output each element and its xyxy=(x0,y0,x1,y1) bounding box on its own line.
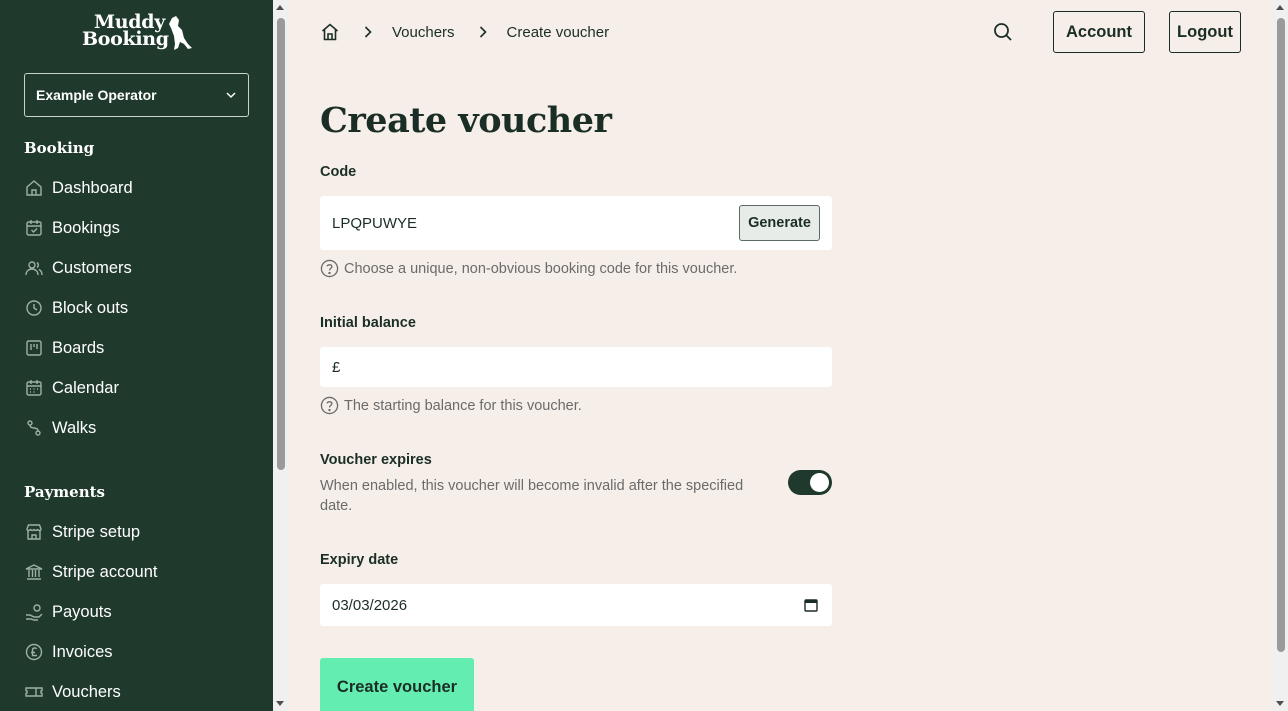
expires-label: Voucher expires xyxy=(320,452,432,468)
account-button[interactable]: Account xyxy=(1053,11,1145,53)
scroll-up-icon[interactable] xyxy=(276,5,284,10)
home-icon[interactable] xyxy=(320,22,340,42)
search-button[interactable] xyxy=(992,21,1014,43)
hand-coins-icon xyxy=(24,602,44,622)
breadcrumb-vouchers[interactable]: Vouchers xyxy=(392,24,455,41)
code-label: Code xyxy=(320,164,357,180)
sidebar-scroll-thumb[interactable] xyxy=(277,18,285,470)
scroll-down-icon[interactable] xyxy=(276,701,284,706)
code-input[interactable]: LPQPUWYE Generate xyxy=(320,196,832,250)
calendar-check-icon xyxy=(24,218,44,238)
calendar-icon xyxy=(24,378,44,398)
route-icon xyxy=(24,418,44,438)
board-icon xyxy=(24,338,44,358)
code-value: LPQPUWYE xyxy=(332,214,418,232)
toggle-knob xyxy=(810,473,829,492)
search-icon xyxy=(994,23,1012,41)
sidebar-item-block-outs[interactable]: Block outs xyxy=(24,296,128,320)
currency-prefix: £ xyxy=(332,358,341,376)
page-scroll-thumb[interactable] xyxy=(1277,18,1285,652)
section-title-booking: Booking xyxy=(24,139,95,157)
users-icon xyxy=(24,258,44,278)
breadcrumb-current: Create voucher xyxy=(506,23,610,41)
balance-label: Initial balance xyxy=(320,315,416,331)
create-voucher-button[interactable]: Create voucher xyxy=(320,658,474,711)
scroll-up-icon[interactable] xyxy=(1276,5,1284,10)
generate-button[interactable]: Generate xyxy=(739,205,820,241)
ticket-icon xyxy=(24,682,44,702)
page-title: Create voucher xyxy=(320,100,612,141)
muddy-booking-logo[interactable]: Muddy Booking xyxy=(80,13,195,54)
breadcrumb: Vouchers Create voucher xyxy=(320,20,609,44)
scroll-down-icon[interactable] xyxy=(1276,701,1284,706)
expiry-date-input[interactable]: 03/03/2026 xyxy=(320,584,832,626)
sidebar-item-stripe-account[interactable]: Stripe account xyxy=(24,560,157,584)
clock-icon xyxy=(24,298,44,318)
sidebar-item-boards[interactable]: Boards xyxy=(24,336,104,360)
chevron-right-icon xyxy=(364,26,372,38)
home-icon xyxy=(24,178,44,198)
sidebar-item-vouchers[interactable]: Vouchers xyxy=(24,680,121,704)
chevron-down-icon xyxy=(226,92,236,99)
sidebar-item-payouts[interactable]: Payouts xyxy=(24,600,112,624)
page-scrollbar[interactable] xyxy=(1273,0,1288,711)
balance-input[interactable]: £ xyxy=(320,347,832,387)
sidebar-item-dashboard[interactable]: Dashboard xyxy=(24,176,133,200)
sidebar-item-stripe-setup[interactable]: Stripe setup xyxy=(24,520,140,544)
pound-icon xyxy=(24,642,44,662)
expiry-date-value: 03/03/2026 xyxy=(332,596,408,614)
sidebar-item-calendar[interactable]: Calendar xyxy=(24,376,119,400)
section-title-payments: Payments xyxy=(24,483,106,501)
sidebar-item-bookings[interactable]: Bookings xyxy=(24,216,120,240)
dog-icon xyxy=(169,16,192,50)
sidebar-item-invoices[interactable]: Invoices xyxy=(24,640,113,664)
operator-select[interactable]: Example Operator xyxy=(24,73,249,117)
calendar-icon[interactable] xyxy=(804,598,818,612)
chevron-right-icon xyxy=(479,26,487,38)
sidebar-item-walks[interactable]: Walks xyxy=(24,416,96,440)
code-help: Choose a unique, non-obvious booking cod… xyxy=(320,259,737,278)
help-icon xyxy=(320,259,339,278)
sidebar: Muddy Booking Example Operator Booking D… xyxy=(0,0,273,711)
sidebar-scrollbar[interactable] xyxy=(273,0,288,711)
sidebar-item-customers[interactable]: Customers xyxy=(24,256,132,280)
help-icon xyxy=(320,396,339,415)
expiry-date-label: Expiry date xyxy=(320,552,399,568)
balance-help: The starting balance for this voucher. xyxy=(320,396,582,415)
store-icon xyxy=(24,522,44,542)
expires-toggle[interactable] xyxy=(788,470,832,495)
expires-description: When enabled, this voucher will become i… xyxy=(320,478,744,514)
bank-icon xyxy=(24,562,44,582)
logout-button[interactable]: Logout xyxy=(1169,11,1241,53)
